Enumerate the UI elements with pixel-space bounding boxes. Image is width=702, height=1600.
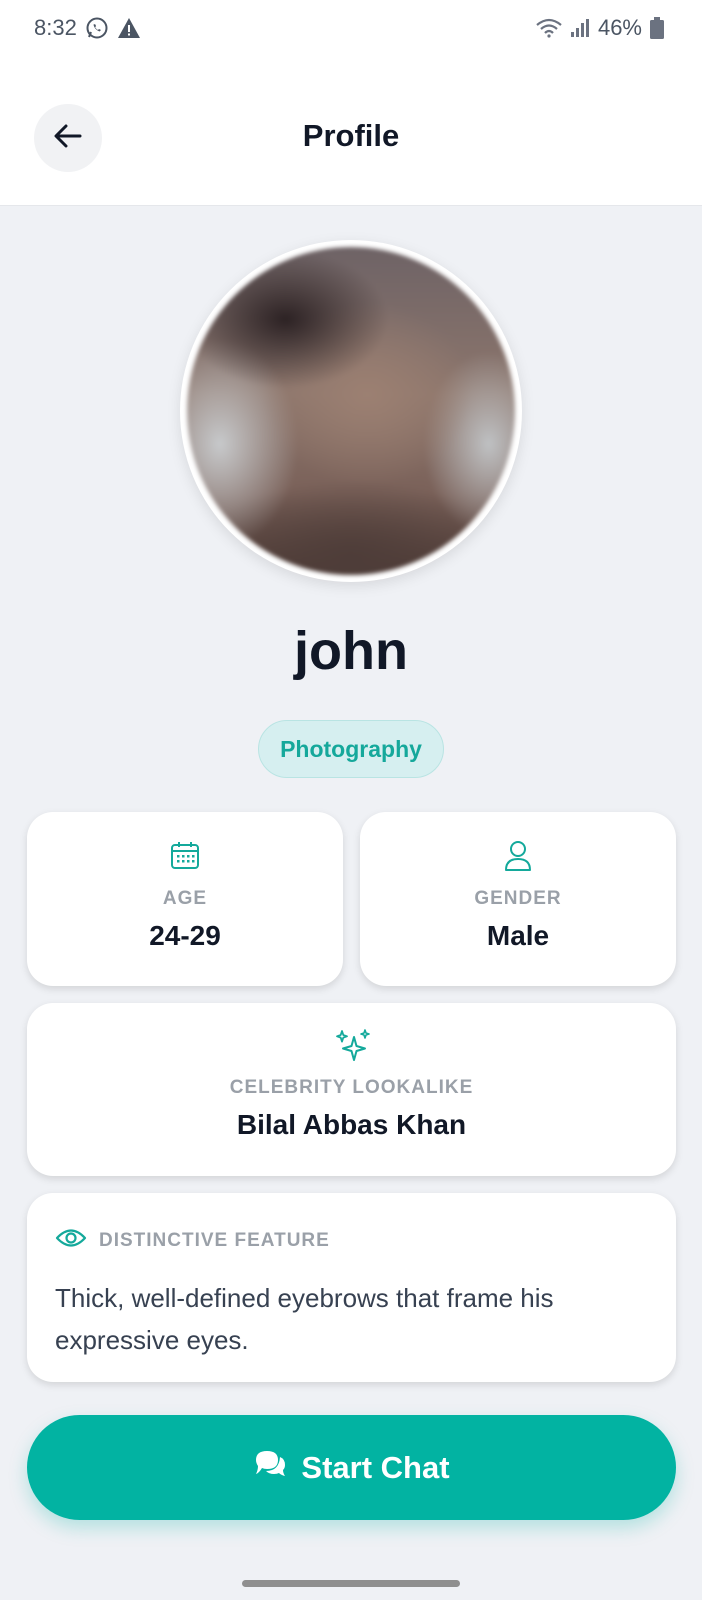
eye-icon — [55, 1227, 87, 1254]
feature-card: DISTINCTIVE FEATURE Thick, well-defined … — [27, 1193, 676, 1382]
age-card: AGE 24-29 — [27, 812, 343, 986]
feature-text: Thick, well-defined eyebrows that frame … — [55, 1283, 554, 1355]
celebrity-value: Bilal Abbas Khan — [236, 1109, 467, 1140]
age-label: AGE — [162, 888, 208, 909]
start-chat-label: Start Chat — [301, 1449, 450, 1485]
feature-label: DISTINCTIVE FEATURE — [99, 1229, 330, 1251]
sparkles-icon — [334, 1029, 370, 1065]
avatar — [180, 240, 522, 582]
app-header: Profile — [0, 56, 702, 206]
page-title: Profile — [302, 118, 400, 153]
status-bar-right: 46% — [536, 15, 664, 41]
profile-name: john — [294, 621, 408, 681]
warning-icon — [117, 17, 141, 39]
avatar-photo — [187, 247, 515, 575]
calendar-icon — [170, 840, 200, 874]
chat-bubbles-icon — [253, 1448, 287, 1488]
interest-tag: Photography — [258, 720, 444, 778]
status-time: 8:32 — [34, 15, 77, 40]
start-chat-button[interactable]: Start Chat — [27, 1415, 676, 1520]
wifi-icon — [536, 18, 562, 38]
celebrity-card: CELEBRITY LOOKALIKE Bilal Abbas Khan — [27, 1003, 676, 1176]
status-bar-left: 8:32 — [34, 15, 141, 41]
signal-icon — [570, 18, 590, 38]
home-indicator[interactable] — [242, 1580, 460, 1587]
whatsapp-icon — [85, 16, 109, 40]
celebrity-label: CELEBRITY LOOKALIKE — [229, 1077, 474, 1098]
battery-percent: 46% — [597, 15, 642, 40]
battery-icon — [650, 17, 664, 39]
gender-card: GENDER Male — [360, 812, 676, 986]
gender-value: Male — [486, 920, 550, 951]
feature-header: DISTINCTIVE FEATURE — [55, 1227, 330, 1254]
age-value: 24-29 — [149, 920, 221, 951]
status-bar: 8:32 46% — [0, 0, 702, 56]
user-icon — [503, 840, 533, 874]
gender-label: GENDER — [474, 888, 562, 909]
